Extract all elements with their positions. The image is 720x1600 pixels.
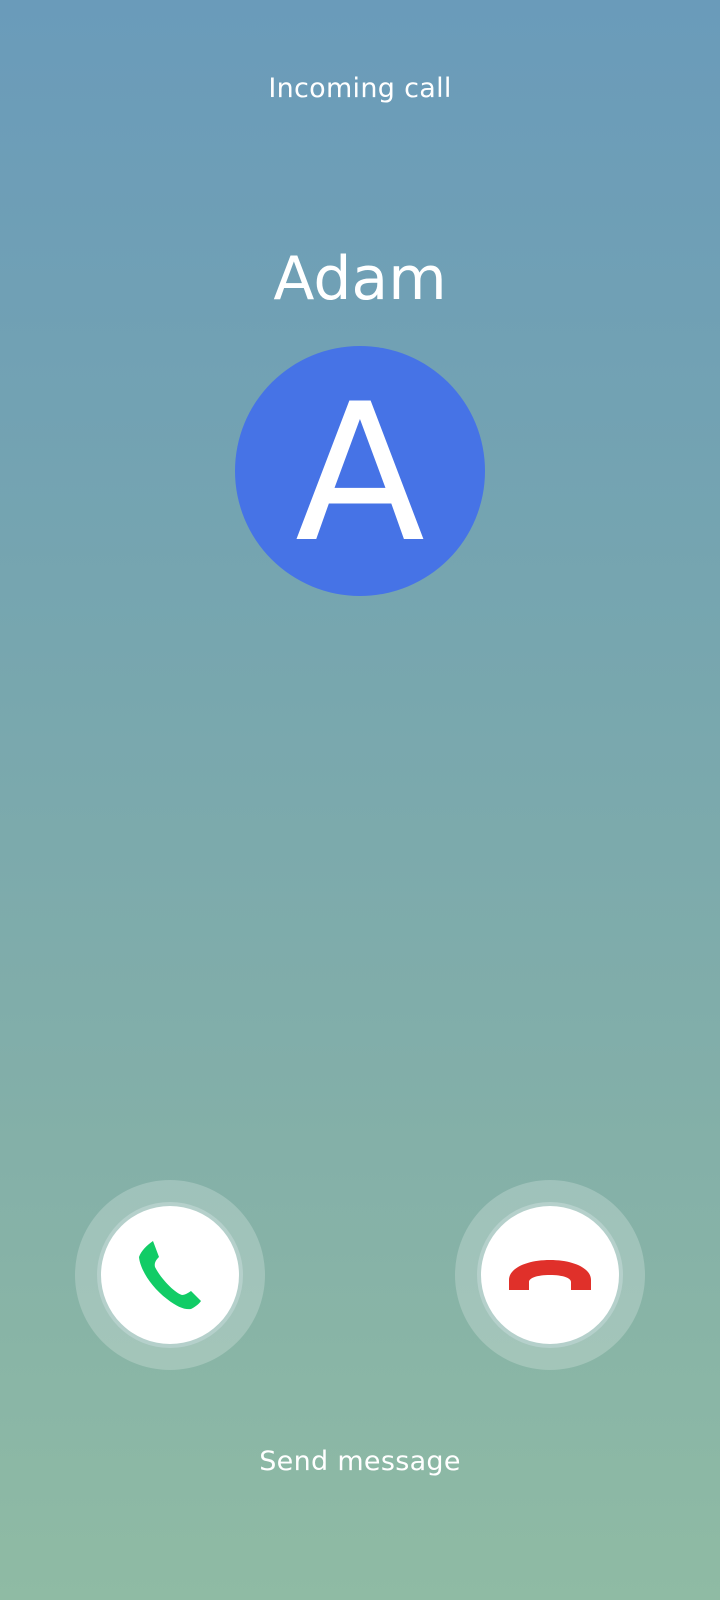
decline-call-button[interactable] xyxy=(455,1180,645,1370)
accept-call-button[interactable] xyxy=(75,1180,265,1370)
decline-call-button-face[interactable] xyxy=(477,1202,623,1348)
caller-avatar: A xyxy=(235,346,485,596)
phone-answer-icon xyxy=(139,1241,201,1310)
accept-call-button-face[interactable] xyxy=(97,1202,243,1348)
send-message-button[interactable]: Send message xyxy=(0,1446,720,1477)
incoming-call-label: Incoming call xyxy=(268,73,452,104)
avatar-initial: A xyxy=(295,363,425,584)
phone-hangup-icon xyxy=(509,1260,591,1290)
caller-name: Adam xyxy=(273,244,447,314)
